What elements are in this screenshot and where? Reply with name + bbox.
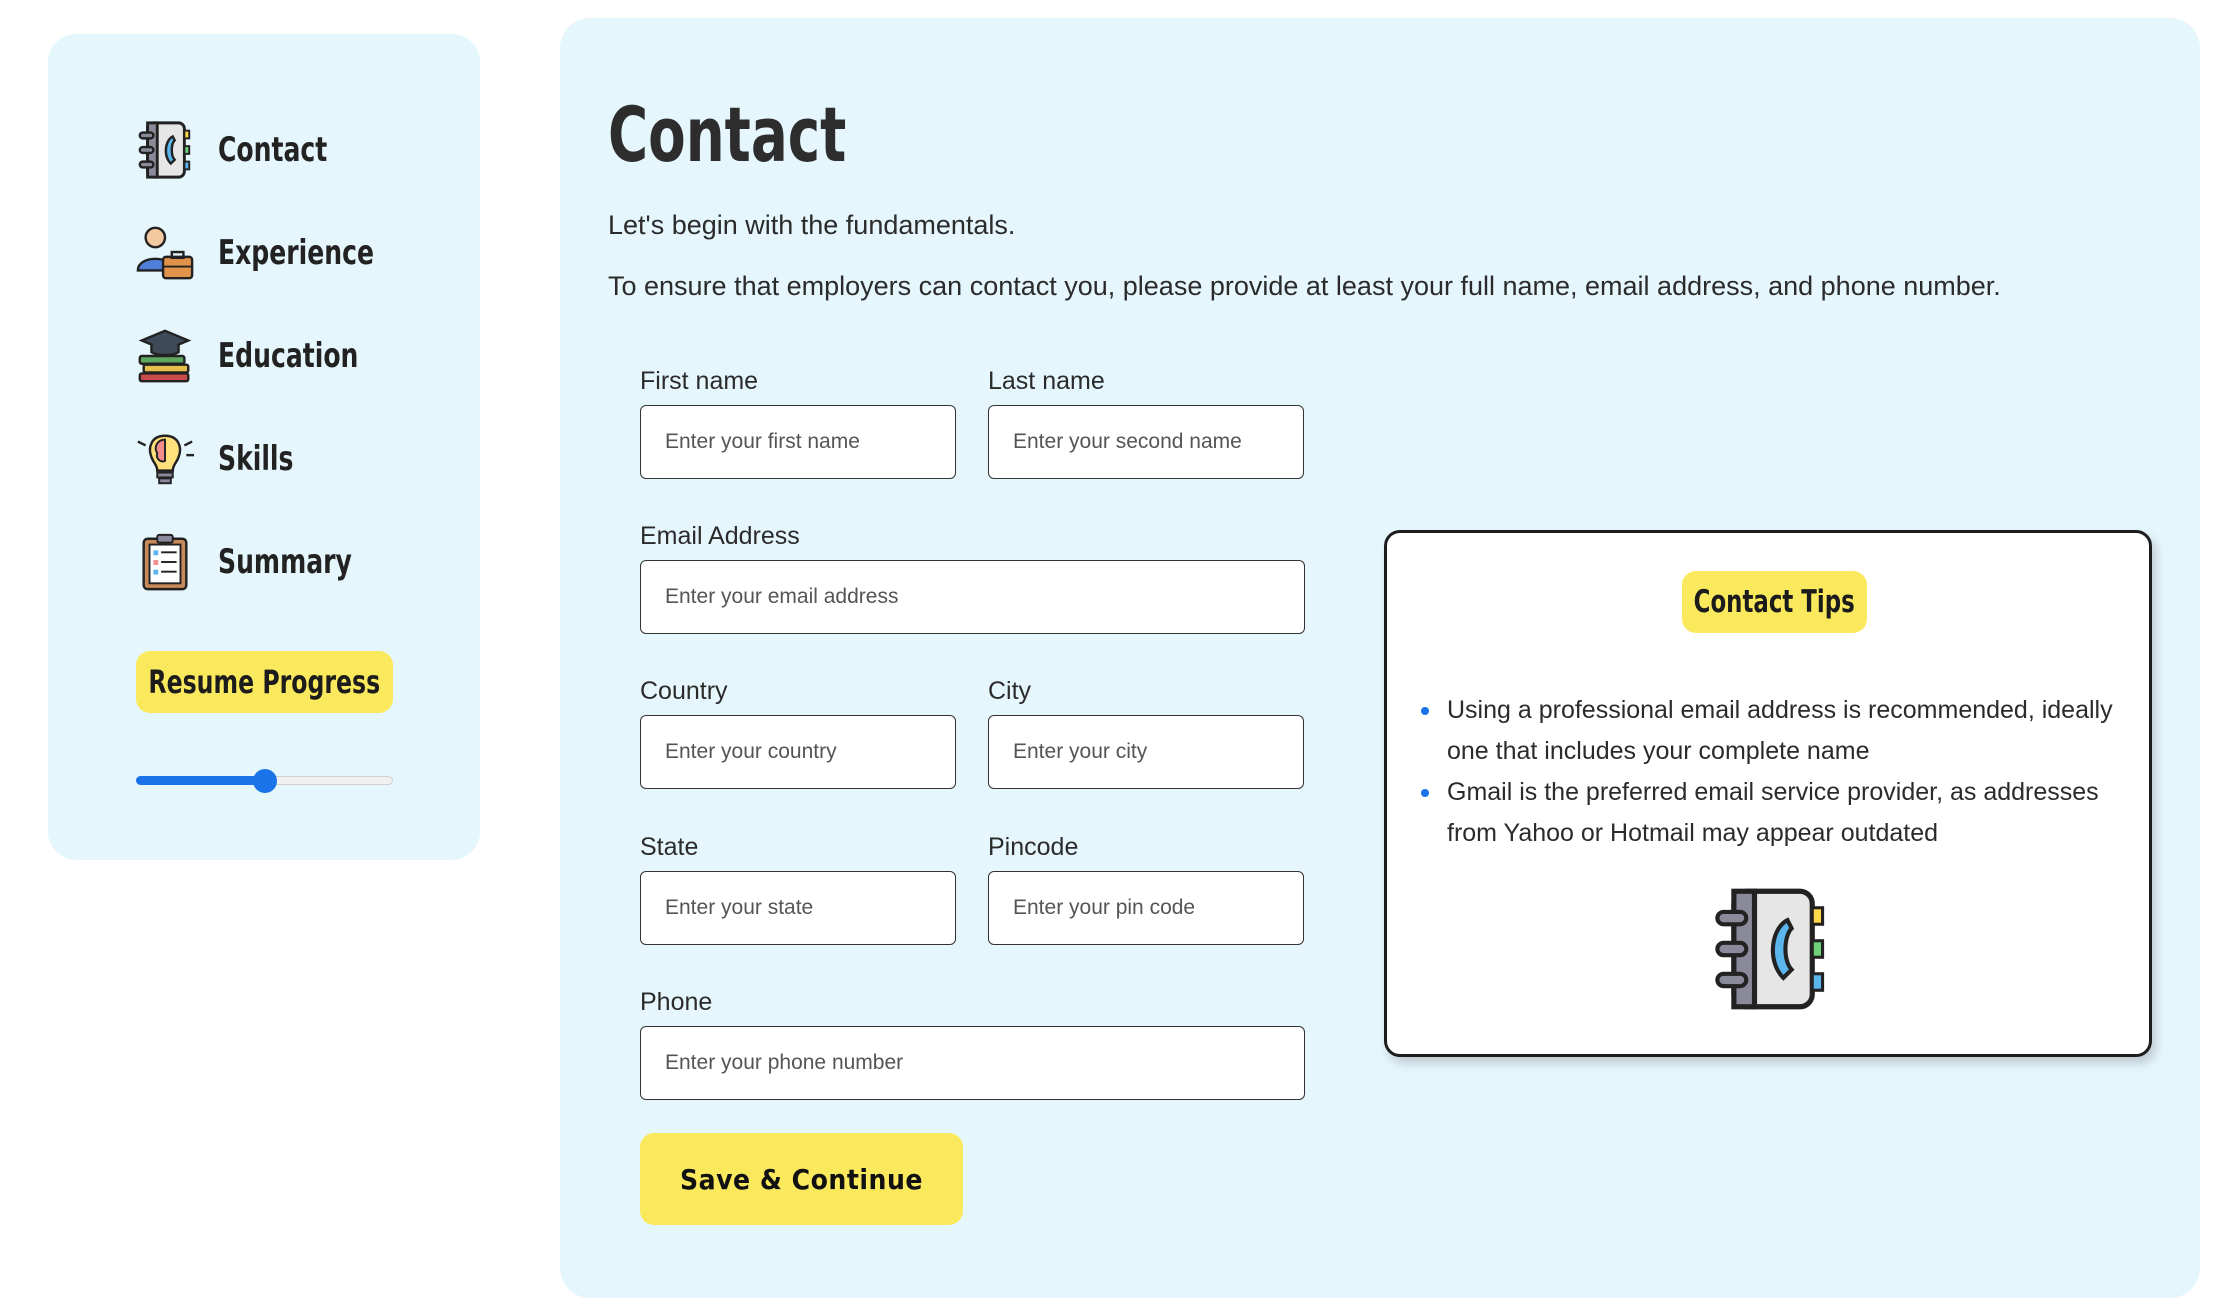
sidebar-item-label: Summary bbox=[218, 541, 352, 582]
resume-progress-text: Resume Progress bbox=[148, 663, 381, 701]
tips-title: Contact Tips bbox=[1694, 584, 1856, 620]
city-label: City bbox=[988, 677, 1032, 705]
intro-text: Let's begin with the fundamentals. bbox=[608, 210, 1016, 240]
graduation-books-icon bbox=[138, 329, 192, 382]
sidebar-item-skills[interactable]: Skills bbox=[134, 407, 408, 510]
first-name-input[interactable] bbox=[640, 405, 956, 479]
clipboard-icon bbox=[142, 533, 188, 590]
tip-item: Using a professional email address is re… bbox=[1403, 690, 2133, 772]
sidebar-nav: Contact Experience Education Skills Summ… bbox=[134, 98, 408, 613]
last-name-group: Last name bbox=[988, 367, 1304, 479]
sidebar-item-label: Skills bbox=[218, 438, 294, 479]
sidebar-item-contact[interactable]: Contact bbox=[134, 98, 408, 201]
main-panel: Contact Let's begin with the fundamental… bbox=[560, 18, 2200, 1298]
pincode-group: Pincode bbox=[988, 833, 1304, 945]
email-group: Email Address bbox=[640, 522, 1305, 634]
phone-group: Phone bbox=[640, 988, 1305, 1100]
country-group: Country bbox=[640, 677, 956, 789]
save-continue-button[interactable]: Save & Continue bbox=[640, 1133, 963, 1225]
country-label: Country bbox=[640, 677, 728, 705]
country-input[interactable] bbox=[640, 715, 956, 789]
tip-item: Gmail is the preferred email service pro… bbox=[1403, 772, 2133, 854]
state-group: State bbox=[640, 833, 956, 945]
slider-thumb[interactable] bbox=[252, 769, 277, 793]
tips-list: Using a professional email address is re… bbox=[1403, 690, 2133, 854]
sidebar-item-label: Experience bbox=[218, 232, 375, 273]
sidebar-item-summary[interactable]: Summary bbox=[134, 510, 408, 613]
intro-instructions: To ensure that employers can contact you… bbox=[608, 271, 2001, 301]
first-name-label: First name bbox=[640, 367, 759, 395]
last-name-input[interactable] bbox=[988, 405, 1304, 479]
address-book-icon bbox=[138, 120, 191, 179]
city-input[interactable] bbox=[988, 715, 1304, 789]
first-name-group: First name bbox=[640, 367, 956, 479]
sidebar-item-label: Education bbox=[218, 335, 359, 376]
resume-progress-slider[interactable] bbox=[136, 769, 393, 793]
address-book-icon bbox=[1715, 888, 1825, 1010]
sidebar-item-label: Contact bbox=[218, 129, 328, 170]
phone-label: Phone bbox=[640, 988, 713, 1016]
pincode-label: Pincode bbox=[988, 833, 1079, 861]
brain-bulb-icon bbox=[137, 434, 195, 484]
page-title: Contact bbox=[608, 90, 847, 179]
pincode-input[interactable] bbox=[988, 871, 1304, 945]
email-input[interactable] bbox=[640, 560, 1305, 634]
city-group: City bbox=[988, 677, 1304, 789]
state-label: State bbox=[640, 833, 699, 861]
tips-title-badge: Contact Tips bbox=[1682, 571, 1867, 633]
sidebar-item-experience[interactable]: Experience bbox=[134, 201, 408, 304]
sidebar: Contact Experience Education Skills Summ… bbox=[48, 34, 480, 860]
sidebar-item-education[interactable]: Education bbox=[134, 304, 408, 407]
state-input[interactable] bbox=[640, 871, 956, 945]
worker-briefcase-icon bbox=[136, 226, 194, 279]
slider-fill bbox=[136, 776, 265, 785]
last-name-label: Last name bbox=[988, 367, 1105, 395]
phone-input[interactable] bbox=[640, 1026, 1305, 1100]
save-continue-label: Save & Continue bbox=[679, 1162, 923, 1196]
contact-tips-card: Contact Tips Using a professional email … bbox=[1384, 530, 2152, 1057]
resume-progress-label: Resume Progress bbox=[136, 651, 393, 713]
email-label: Email Address bbox=[640, 522, 800, 550]
